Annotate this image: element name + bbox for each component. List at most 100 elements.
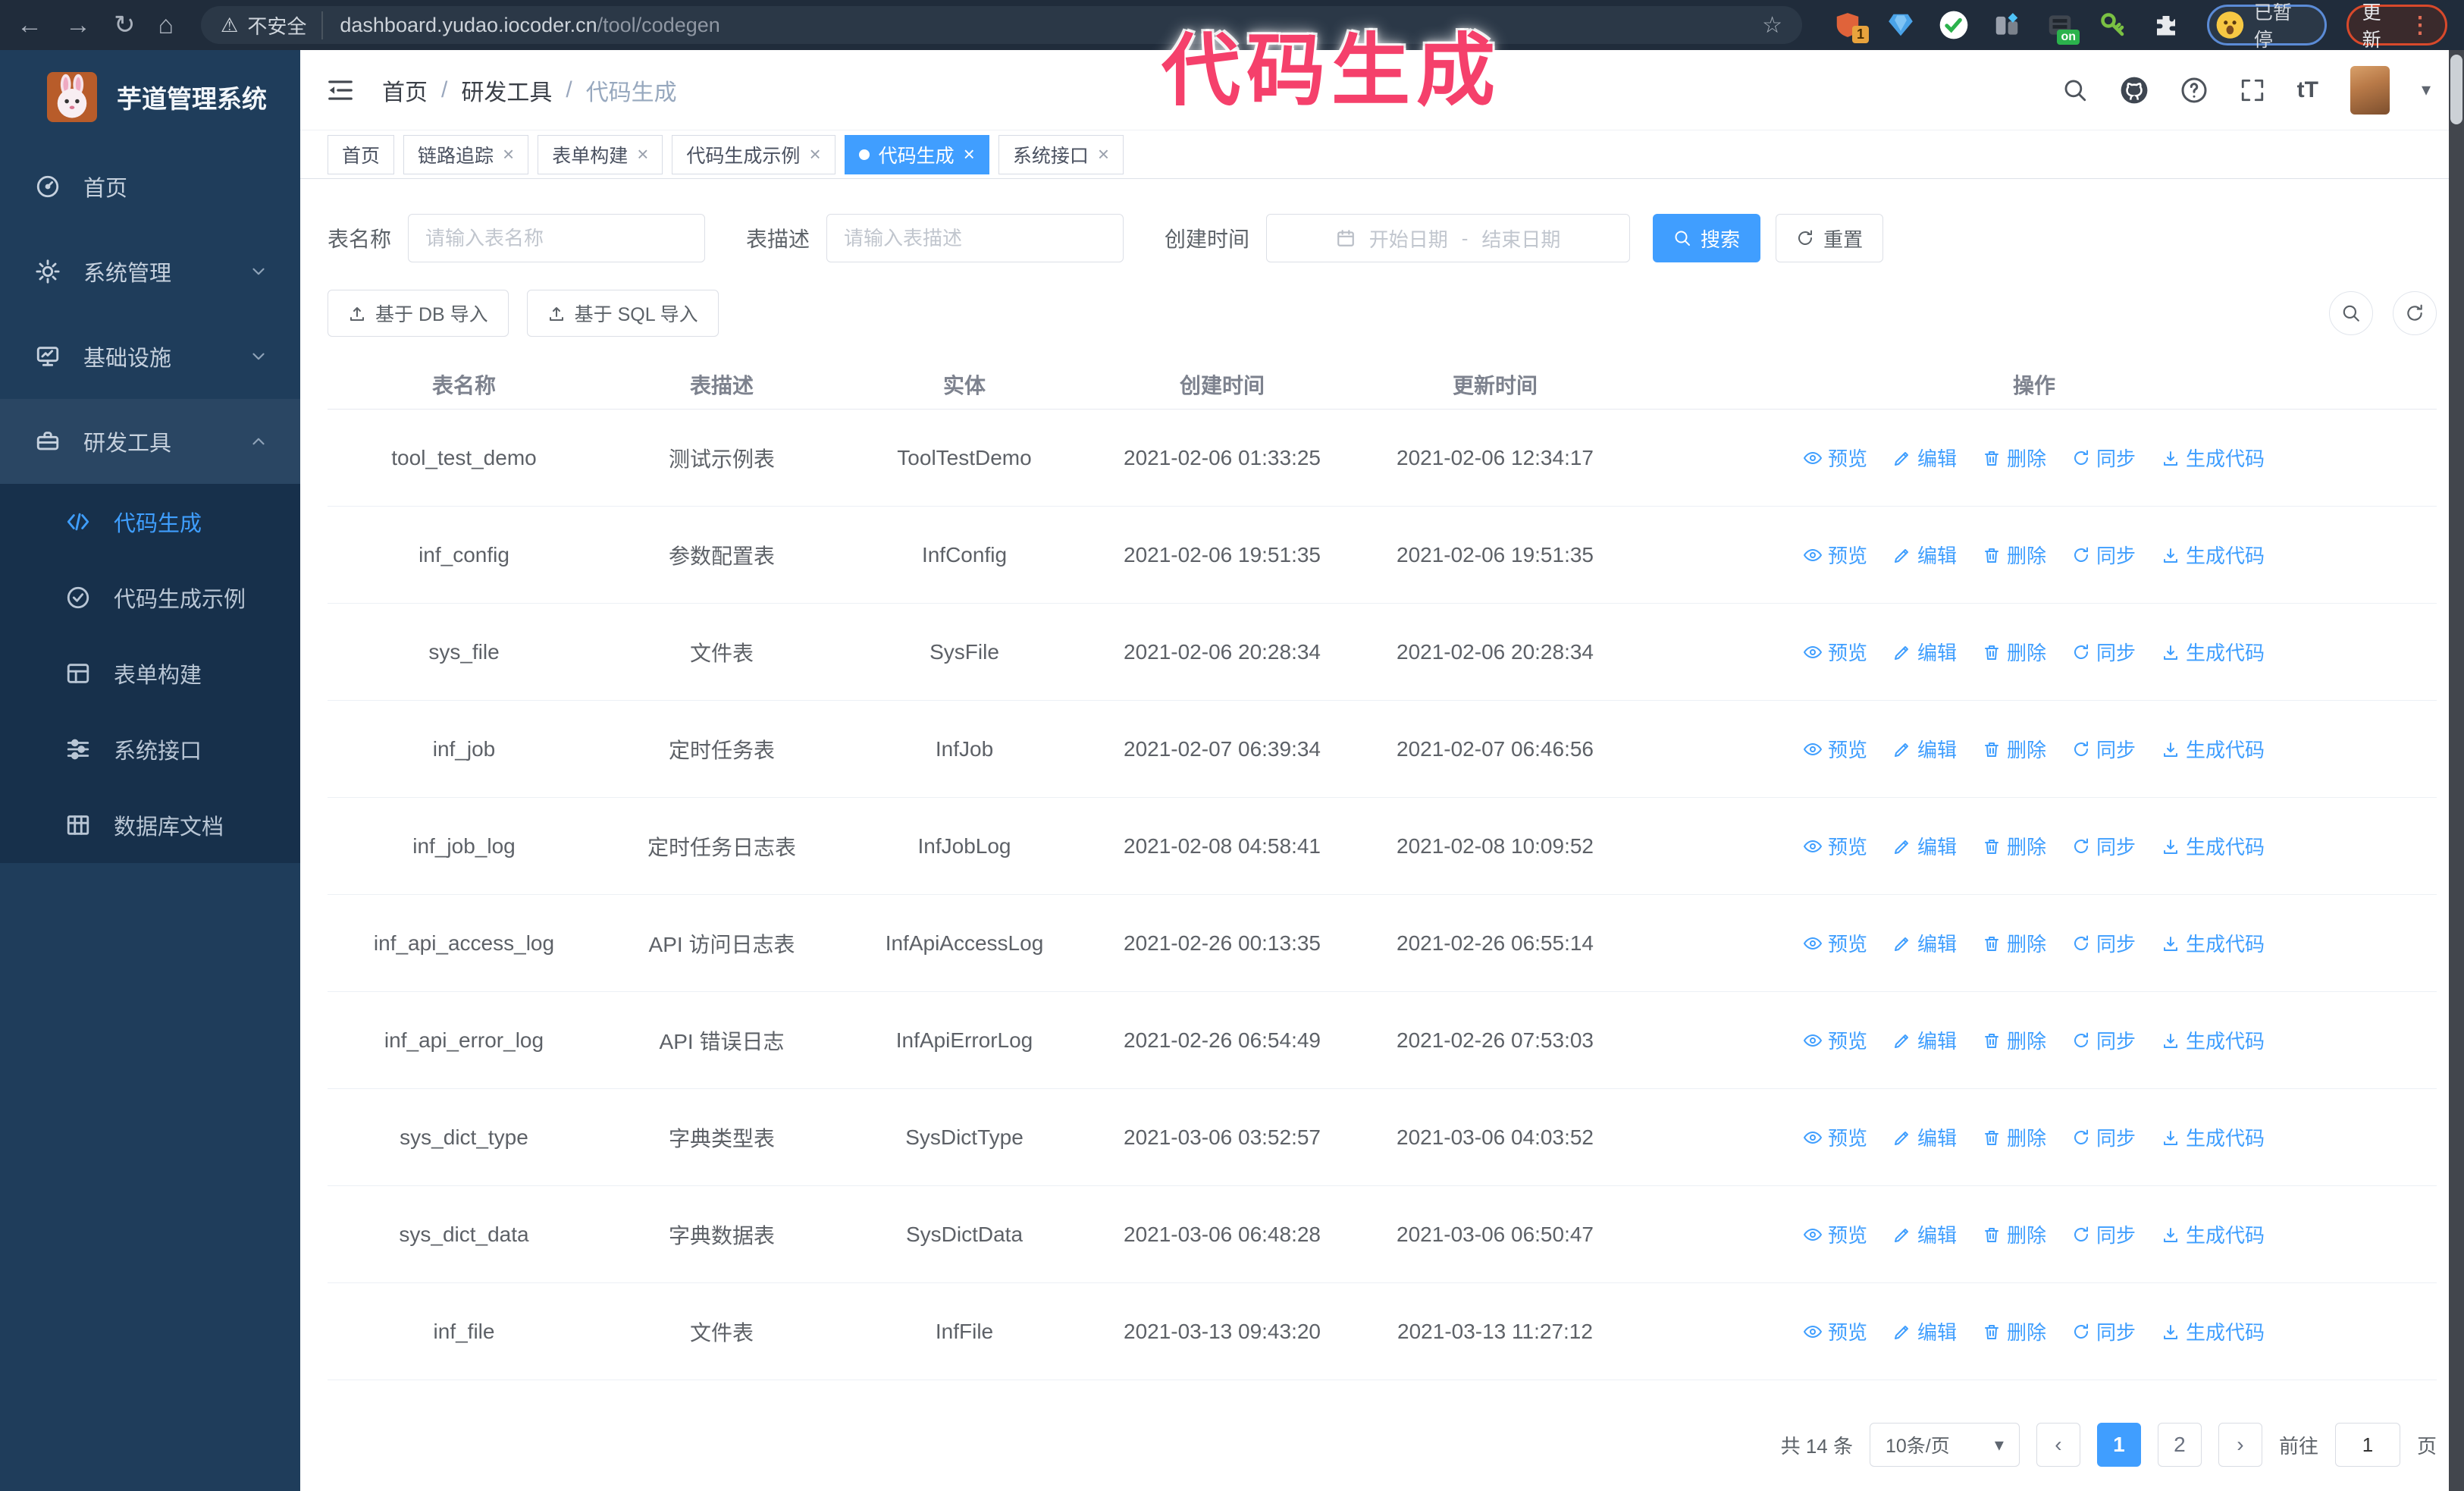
generate-code-link[interactable]: 生成代码: [2161, 444, 2265, 472]
edit-link[interactable]: 编辑: [1893, 638, 1957, 666]
sidebar-item-db-doc[interactable]: 数据库文档: [0, 787, 300, 863]
sidebar-item-home[interactable]: 首页: [0, 144, 300, 229]
bookmark-star-icon[interactable]: ☆: [1762, 12, 1782, 39]
next-page-button[interactable]: ›: [2218, 1423, 2262, 1467]
sidebar-item-form-builder[interactable]: 表单构建: [0, 636, 300, 711]
delete-link[interactable]: 删除: [1983, 541, 2046, 569]
edit-link[interactable]: 编辑: [1893, 1220, 1957, 1248]
preview-link[interactable]: 预览: [1803, 1220, 1867, 1248]
check-extension-icon[interactable]: [1939, 10, 1969, 40]
user-avatar[interactable]: [2350, 65, 2390, 115]
page-number-button[interactable]: 2: [2157, 1423, 2202, 1467]
sync-link[interactable]: 同步: [2072, 638, 2136, 666]
page-scrollbar[interactable]: [2449, 50, 2464, 1491]
key-extension-icon[interactable]: [2098, 10, 2128, 40]
delete-link[interactable]: 删除: [1983, 735, 2046, 763]
page-size-select[interactable]: 10条/页 ▾: [1869, 1423, 2020, 1467]
puzzle-extension-icon[interactable]: [2151, 10, 2181, 40]
shield-extension-icon[interactable]: 1: [1832, 10, 1870, 43]
date-range-picker[interactable]: 开始日期 - 结束日期: [1266, 214, 1631, 262]
edit-link[interactable]: 编辑: [1893, 1026, 1957, 1054]
browser-reload-icon[interactable]: ↻: [114, 0, 136, 50]
delete-link[interactable]: 删除: [1983, 1220, 2046, 1248]
sync-link[interactable]: 同步: [2072, 1317, 2136, 1345]
preview-link[interactable]: 预览: [1803, 1123, 1867, 1151]
url-text[interactable]: dashboard.yudao.iocoder.cn/tool/codegen: [340, 14, 719, 37]
sidebar-item-devtools[interactable]: 研发工具: [0, 399, 300, 484]
edit-link[interactable]: 编辑: [1893, 444, 1957, 472]
columns-extension-icon[interactable]: [1992, 10, 2022, 40]
sync-link[interactable]: 同步: [2072, 1123, 2136, 1151]
generate-code-link[interactable]: 生成代码: [2161, 638, 2265, 666]
sidebar-item-system[interactable]: 系统管理: [0, 229, 300, 314]
edit-link[interactable]: 编辑: [1893, 541, 1957, 569]
preview-link[interactable]: 预览: [1803, 1317, 1867, 1345]
browser-forward-icon[interactable]: →: [65, 0, 91, 50]
view-tab[interactable]: 系统接口 ×: [998, 134, 1124, 174]
tab-close-icon[interactable]: ×: [964, 143, 975, 166]
generate-code-link[interactable]: 生成代码: [2161, 832, 2265, 860]
gem-extension-icon[interactable]: [1886, 10, 1916, 40]
fullscreen-icon[interactable]: [2240, 77, 2265, 103]
delete-link[interactable]: 删除: [1983, 1026, 2046, 1054]
github-icon[interactable]: [2120, 76, 2149, 105]
sidebar-item-system-api[interactable]: 系统接口: [0, 711, 300, 787]
tab-close-icon[interactable]: ×: [637, 143, 648, 166]
edit-link[interactable]: 编辑: [1893, 832, 1957, 860]
search-icon[interactable]: [2062, 77, 2088, 103]
db-import-button[interactable]: 基于 DB 导入: [328, 290, 509, 337]
search-button[interactable]: 搜索: [1653, 214, 1761, 262]
sidebar-collapse-icon[interactable]: [326, 76, 355, 105]
scrollbar-thumb[interactable]: [2450, 55, 2462, 124]
browser-back-icon[interactable]: ←: [17, 0, 42, 50]
toggle-search-button[interactable]: [2329, 291, 2373, 335]
generate-code-link[interactable]: 生成代码: [2161, 1220, 2265, 1248]
preview-link[interactable]: 预览: [1803, 735, 1867, 763]
dark-extension-icon[interactable]: on: [2045, 10, 2080, 45]
sidebar-item-codegen-example[interactable]: 代码生成示例: [0, 560, 300, 636]
view-tab[interactable]: 链路追踪 ×: [403, 134, 529, 174]
sync-link[interactable]: 同步: [2072, 832, 2136, 860]
browser-update-button[interactable]: 更新 ⋮: [2346, 2, 2447, 51]
view-tab[interactable]: 表单构建 ×: [538, 134, 663, 174]
caret-down-icon[interactable]: ▾: [2422, 79, 2431, 101]
generate-code-link[interactable]: 生成代码: [2161, 1123, 2265, 1151]
sync-link[interactable]: 同步: [2072, 1220, 2136, 1248]
preview-link[interactable]: 预览: [1803, 1026, 1867, 1054]
page-number-button[interactable]: 1: [2096, 1423, 2141, 1467]
preview-link[interactable]: 预览: [1803, 832, 1867, 860]
preview-link[interactable]: 预览: [1803, 638, 1867, 666]
generate-code-link[interactable]: 生成代码: [2161, 541, 2265, 569]
help-icon[interactable]: [2180, 77, 2208, 104]
generate-code-link[interactable]: 生成代码: [2161, 929, 2265, 957]
sync-link[interactable]: 同步: [2072, 541, 2136, 569]
tab-close-icon[interactable]: ×: [1098, 143, 1109, 166]
tab-close-icon[interactable]: ×: [809, 143, 820, 166]
browser-profile-button[interactable]: 已暂停: [2207, 2, 2327, 51]
view-tab[interactable]: 首页: [328, 134, 395, 174]
sql-import-button[interactable]: 基于 SQL 导入: [526, 290, 719, 337]
browser-menu-icon[interactable]: ⋮: [2409, 12, 2431, 39]
tab-close-icon[interactable]: ×: [503, 143, 514, 166]
font-size-icon[interactable]: tT: [2297, 77, 2318, 103]
generate-code-link[interactable]: 生成代码: [2161, 735, 2265, 763]
table-name-input[interactable]: [408, 214, 706, 262]
delete-link[interactable]: 删除: [1983, 1317, 2046, 1345]
prev-page-button[interactable]: ‹: [2036, 1423, 2080, 1467]
generate-code-link[interactable]: 生成代码: [2161, 1317, 2265, 1345]
delete-link[interactable]: 删除: [1983, 638, 2046, 666]
address-bar[interactable]: ⚠ 不安全 dashboard.yudao.iocoder.cn/tool/co…: [201, 6, 1803, 44]
delete-link[interactable]: 删除: [1983, 444, 2046, 472]
edit-link[interactable]: 编辑: [1893, 1123, 1957, 1151]
sync-link[interactable]: 同步: [2072, 929, 2136, 957]
view-tab[interactable]: 代码生成示例 ×: [672, 134, 835, 174]
reset-button[interactable]: 重置: [1776, 214, 1884, 262]
sync-link[interactable]: 同步: [2072, 735, 2136, 763]
breadcrumb-devtools[interactable]: 研发工具: [461, 74, 552, 107]
edit-link[interactable]: 编辑: [1893, 1317, 1957, 1345]
preview-link[interactable]: 预览: [1803, 541, 1867, 569]
edit-link[interactable]: 编辑: [1893, 929, 1957, 957]
generate-code-link[interactable]: 生成代码: [2161, 1026, 2265, 1054]
goto-page-input[interactable]: [2334, 1423, 2400, 1467]
delete-link[interactable]: 删除: [1983, 832, 2046, 860]
